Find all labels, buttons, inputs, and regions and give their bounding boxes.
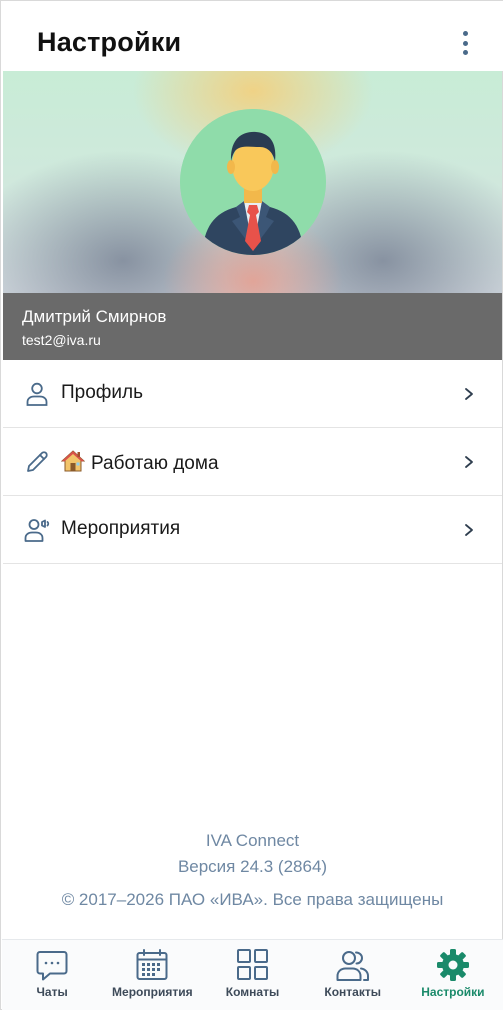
events-icon — [23, 516, 51, 544]
nav-tab-label: Контакты — [324, 985, 381, 999]
businessman-avatar-icon — [180, 109, 326, 255]
menu-item-status[interactable]: Работаю дома — [3, 428, 502, 496]
user-email: test2@iva.ru — [22, 332, 101, 348]
nav-tab-label: Комнаты — [225, 985, 280, 999]
more-options-icon[interactable] — [453, 27, 477, 59]
nav-tab-contacts[interactable]: Контакты — [303, 940, 403, 1010]
rooms-icon — [235, 947, 271, 983]
nav-tab-events[interactable]: Мероприятия — [102, 940, 202, 1010]
user-info-band: Дмитрий Смирнов test2@iva.ru — [3, 293, 502, 360]
chevron-right-icon — [462, 453, 476, 471]
nav-tab-rooms[interactable]: Комнаты — [202, 940, 302, 1010]
chevron-right-icon — [462, 385, 476, 403]
app-name: IVA Connect — [205, 831, 300, 850]
nav-tab-label: Мероприятия — [112, 985, 193, 999]
calendar-icon — [134, 947, 170, 983]
gear-icon — [435, 947, 471, 983]
nav-tab-label: Чаты — [36, 985, 68, 999]
menu-item-events[interactable]: Мероприятия — [3, 496, 502, 564]
app-version: Версия 24.3 (2864) — [177, 857, 328, 876]
page-title: Настройки — [37, 27, 182, 57]
profile-hero — [3, 71, 502, 293]
menu-item-label: Работаю дома — [61, 450, 219, 475]
app-frame: Настройки Дмитрий Смирнов test2@iva.ru П… — [0, 0, 503, 1010]
menu-item-status-text: Работаю дома — [91, 453, 219, 474]
menu-item-profile[interactable]: Профиль — [3, 360, 502, 428]
nav-tab-chats[interactable]: Чаты — [2, 940, 102, 1010]
chat-icon — [34, 947, 70, 983]
nav-tab-settings[interactable]: Настройки — [403, 940, 503, 1010]
contacts-icon — [335, 947, 371, 983]
bottom-navigation: Чаты Мероприятия Комнаты Контакты Настро… — [2, 939, 503, 1010]
settings-menu: Профиль Работаю дома Мероприятия — [3, 360, 502, 564]
avatar[interactable] — [180, 109, 326, 255]
person-icon — [23, 380, 51, 408]
copyright-text: © 2017–2026 ПАО «ИВА». Все права защищен… — [61, 890, 444, 909]
house-emoji-icon — [61, 450, 85, 472]
app-header: Настройки — [1, 1, 503, 71]
pencil-icon — [23, 448, 51, 476]
user-name: Дмитрий Смирнов — [22, 307, 167, 326]
menu-item-label: Профиль — [61, 382, 144, 403]
nav-tab-label: Настройки — [421, 985, 485, 999]
menu-item-label: Мероприятия — [61, 518, 181, 539]
chevron-right-icon — [462, 521, 476, 539]
